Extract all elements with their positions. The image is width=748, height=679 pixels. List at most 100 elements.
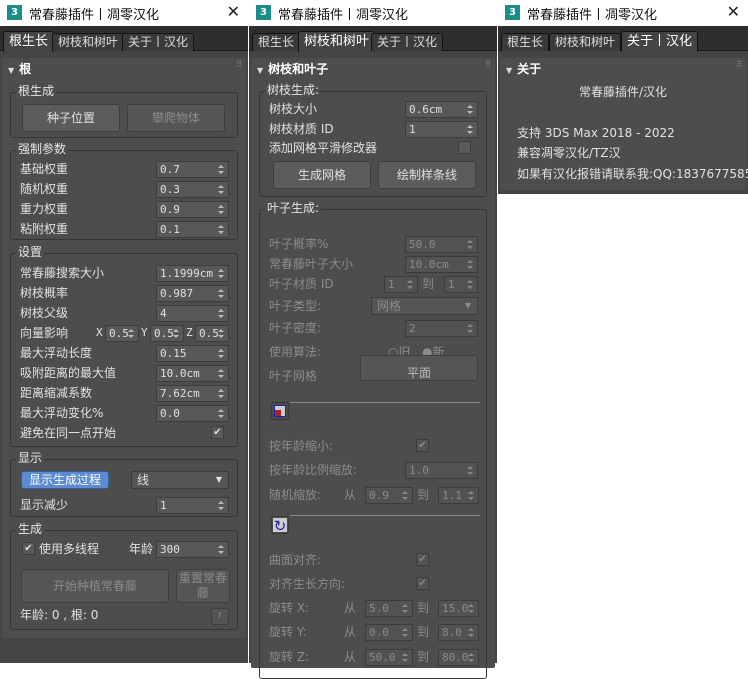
- tab-about[interactable]: 关于丨汉化: [371, 33, 444, 51]
- rotate-z-to-spinner[interactable]: 80.0: [438, 649, 479, 666]
- title-bar: 3 常春藤插件丨凋零汉化: [249, 0, 497, 26]
- leaf-material-from-spinner[interactable]: 1: [384, 276, 418, 293]
- about-title: 常春藤插件/汉化: [578, 85, 668, 99]
- max-float-variation-spinner[interactable]: 0.0: [156, 405, 229, 422]
- display-mode-dropdown[interactable]: 线 ▼: [131, 471, 229, 489]
- rollout-title: 树枝和叶子: [268, 62, 329, 76]
- rotate-y-to-spinner[interactable]: 8.0: [438, 624, 479, 641]
- reset-ivy-button[interactable]: 重置常春藤: [176, 569, 230, 603]
- tab-branches-leaves[interactable]: 树枝和树叶: [298, 31, 376, 52]
- branch-parent-label: 树枝父级: [20, 306, 69, 320]
- app-icon: 3: [505, 5, 520, 20]
- age-label: 年龄: [129, 542, 154, 556]
- rotate-x-from-spinner[interactable]: 5.0: [365, 600, 413, 617]
- grow-direction-checkbox[interactable]: ✔: [416, 577, 429, 590]
- tab-root-growth[interactable]: 根生长: [501, 33, 550, 51]
- climb-object-button[interactable]: 攀爬物体: [127, 104, 225, 132]
- rotate-icon-button[interactable]: ↻: [271, 516, 289, 534]
- branch-size-spinner[interactable]: 0.6cm: [405, 101, 478, 118]
- meshsmooth-checkbox[interactable]: [458, 141, 471, 154]
- group-leaf-gen: 叶子生成: 叶子概率% 50.0 常春藤叶子大小 10.0cm 叶子材质 ID …: [259, 201, 487, 679]
- collapse-triangle-icon: ▼: [8, 66, 15, 75]
- close-icon[interactable]: ✕: [727, 2, 740, 21]
- leaf-density-spinner[interactable]: 2: [405, 320, 478, 337]
- branch-material-label: 树枝材质 ID: [269, 122, 334, 136]
- tab-root-growth[interactable]: 根生长: [3, 31, 55, 52]
- search-size-spinner[interactable]: 1.1999cm: [156, 265, 229, 282]
- avoid-same-start-checkbox[interactable]: ✔: [211, 426, 224, 439]
- tab-about[interactable]: 关于丨汉化: [122, 33, 195, 51]
- generate-mesh-button[interactable]: 生成网格: [273, 161, 371, 189]
- panel-branches-leaves: 3 常春藤插件丨凋零汉化 根生长 树枝和树叶 关于丨汉化 ▼ 树枝和叶子 ⠿ 树枝…: [249, 0, 497, 679]
- base-weight-spinner[interactable]: 0.7: [156, 161, 229, 178]
- r-button[interactable]: r: [211, 608, 229, 625]
- vector-y-spinner[interactable]: 0.5: [150, 325, 184, 342]
- app-icon: 3: [7, 5, 22, 20]
- leaf-type-label: 叶子类型:: [269, 299, 322, 313]
- gravity-weight-spinner[interactable]: 0.9: [156, 201, 229, 218]
- vector-x-spinner[interactable]: 0.5: [105, 325, 139, 342]
- window-title: 常春藤插件丨凋零汉化: [527, 8, 658, 23]
- divider: [290, 515, 480, 516]
- group-label: 强制参数: [16, 142, 69, 156]
- branch-prob-spinner[interactable]: 0.987: [156, 285, 229, 302]
- rotate-z-from-spinner[interactable]: 50.0: [365, 649, 413, 666]
- surface-align-checkbox[interactable]: ✔: [416, 553, 429, 566]
- tab-branches-leaves[interactable]: 树枝和树叶: [549, 33, 622, 51]
- about-compat-line: 兼容凋零汉化/TZ汉: [517, 146, 621, 160]
- leaf-type-dropdown[interactable]: 网格 ▼: [371, 297, 478, 315]
- collapse-triangle-icon: ▼: [257, 66, 264, 75]
- random-scale-to-spinner[interactable]: 1.1: [438, 487, 479, 504]
- leaf-material-to-spinner[interactable]: 1: [444, 276, 478, 293]
- leaf-mesh-label: 叶子网格: [269, 369, 318, 383]
- close-icon[interactable]: ✕: [227, 2, 240, 21]
- random-weight-spinner[interactable]: 0.3: [156, 181, 229, 198]
- tab-root-growth[interactable]: 根生长: [252, 33, 301, 51]
- branch-parent-spinner[interactable]: 4: [156, 305, 229, 322]
- to-label: 到: [417, 601, 430, 615]
- rollout-header[interactable]: ▼ 树枝和叶子: [257, 60, 328, 77]
- vector-z-spinner[interactable]: 0.5: [195, 325, 229, 342]
- max-adhesion-distance-spinner[interactable]: 10.0cm: [156, 365, 229, 382]
- draw-spline-button[interactable]: 绘制样条线: [378, 161, 476, 189]
- rollout-header[interactable]: ▼ 根: [8, 60, 31, 77]
- rollout-about: ▼ 关于 ⠿ 常春藤插件/汉化 支持 3DS Max 2018 - 2022 兼容…: [500, 58, 748, 190]
- distance-falloff-spinner[interactable]: 7.62cm: [156, 385, 229, 402]
- seed-position-button[interactable]: 种子位置: [22, 104, 120, 132]
- drag-grip-icon[interactable]: ⠿: [736, 60, 742, 69]
- age-shrink-checkbox[interactable]: ✔: [416, 439, 429, 452]
- rotate-y-label: 旋转 Y:: [269, 625, 307, 639]
- rollout-header[interactable]: ▼ 关于: [506, 60, 541, 77]
- show-generation-button[interactable]: 显示生成过程: [21, 471, 109, 489]
- rollout-title: 根: [19, 62, 32, 76]
- start-planting-button[interactable]: 开始种植常春藤: [21, 569, 169, 603]
- branch-material-spinner[interactable]: 1: [405, 121, 478, 138]
- multithread-checkbox[interactable]: ✔: [22, 542, 35, 555]
- drag-grip-icon[interactable]: ⠿: [236, 60, 242, 69]
- leaf-plane-button[interactable]: 平面: [360, 355, 478, 381]
- group-label: 树枝生成:: [265, 83, 322, 97]
- group-label: 设置: [16, 245, 45, 259]
- material-swatch-icon: [274, 405, 286, 417]
- about-support-line: 支持 3DS Max 2018 - 2022: [517, 126, 675, 140]
- tab-bar: 根生长 树枝和树叶 关于丨汉化: [0, 26, 248, 52]
- to-label: 到: [417, 625, 430, 639]
- max-float-length-spinner[interactable]: 0.15: [156, 345, 229, 362]
- display-reduce-spinner[interactable]: 1: [156, 497, 229, 514]
- adhesion-weight-spinner[interactable]: 0.1: [156, 221, 229, 238]
- drag-grip-icon[interactable]: ⠿: [485, 60, 491, 69]
- age-scale-spinner[interactable]: 1.0: [405, 462, 478, 479]
- search-size-label: 常春藤搜索大小: [20, 266, 105, 280]
- age-spinner[interactable]: 300: [156, 541, 229, 558]
- rotate-x-to-spinner[interactable]: 15.0: [438, 600, 479, 617]
- random-scale-from-spinner[interactable]: 0.9: [365, 487, 413, 504]
- leaf-icon-button[interactable]: [271, 402, 289, 420]
- tab-branches-leaves[interactable]: 树枝和树叶: [52, 33, 125, 51]
- multithread-label: 使用多线程: [39, 542, 100, 556]
- leaf-size-spinner[interactable]: 10.0cm: [405, 256, 478, 273]
- leaf-prob-spinner[interactable]: 50.0: [405, 236, 478, 253]
- group-display: 显示 显示生成过程 线 ▼ 显示减少 1: [10, 451, 238, 517]
- leaf-type-value: 网格: [377, 299, 402, 313]
- rotate-y-from-spinner[interactable]: 0.0: [365, 624, 413, 641]
- tab-about[interactable]: 关于丨汉化: [621, 31, 699, 52]
